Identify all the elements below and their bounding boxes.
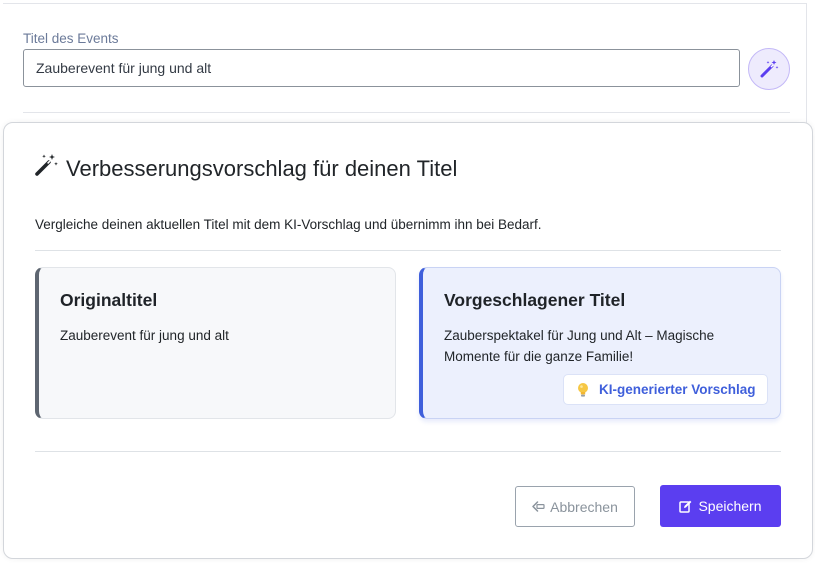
ai-generated-badge: KI-generierter Vorschlag	[563, 374, 768, 405]
arrow-left-icon	[532, 501, 545, 512]
original-title-heading: Originaltitel	[60, 290, 158, 310]
magic-wand-icon	[760, 60, 779, 78]
title-suggestion-modal: Verbesserungsvorschlag für deinen Titel …	[3, 122, 813, 559]
modal-divider-bottom	[35, 451, 781, 452]
cancel-button-label: Abbrechen	[550, 498, 618, 515]
ai-badge-label: KI-generierter Vorschlag	[599, 382, 756, 397]
modal-divider-top	[35, 250, 781, 251]
suggested-title-text: Zauberspektakel für Jung und Alt – Magis…	[444, 328, 715, 364]
save-button[interactable]: Speichern	[660, 485, 781, 527]
magic-wand-icon	[35, 154, 58, 176]
save-button-label: Speichern	[698, 498, 762, 514]
title-field-label: Titel des Events	[23, 31, 119, 46]
improve-title-button[interactable]	[748, 48, 790, 90]
page: Titel des Events Verbesserungsvorschlag …	[0, 0, 815, 563]
form-divider	[23, 112, 790, 113]
original-title-card: Originaltitel Zauberevent für jung und a…	[35, 267, 396, 419]
cancel-button[interactable]: Abbrechen	[515, 486, 635, 527]
event-title-input[interactable]	[23, 49, 740, 87]
lightbulb-icon	[578, 382, 588, 397]
modal-subtitle: Vergleiche deinen aktuellen Titel mit de…	[35, 217, 542, 232]
suggested-title-heading: Vorgeschlagener Titel	[444, 290, 626, 310]
original-title-text: Zauberevent für jung und alt	[60, 328, 229, 343]
modal-title: Verbesserungsvorschlag für deinen Titel	[66, 156, 458, 181]
suggested-title-card[interactable]: Vorgeschlagener Titel Zauberspektakel fü…	[419, 267, 781, 419]
edit-icon	[679, 500, 692, 513]
